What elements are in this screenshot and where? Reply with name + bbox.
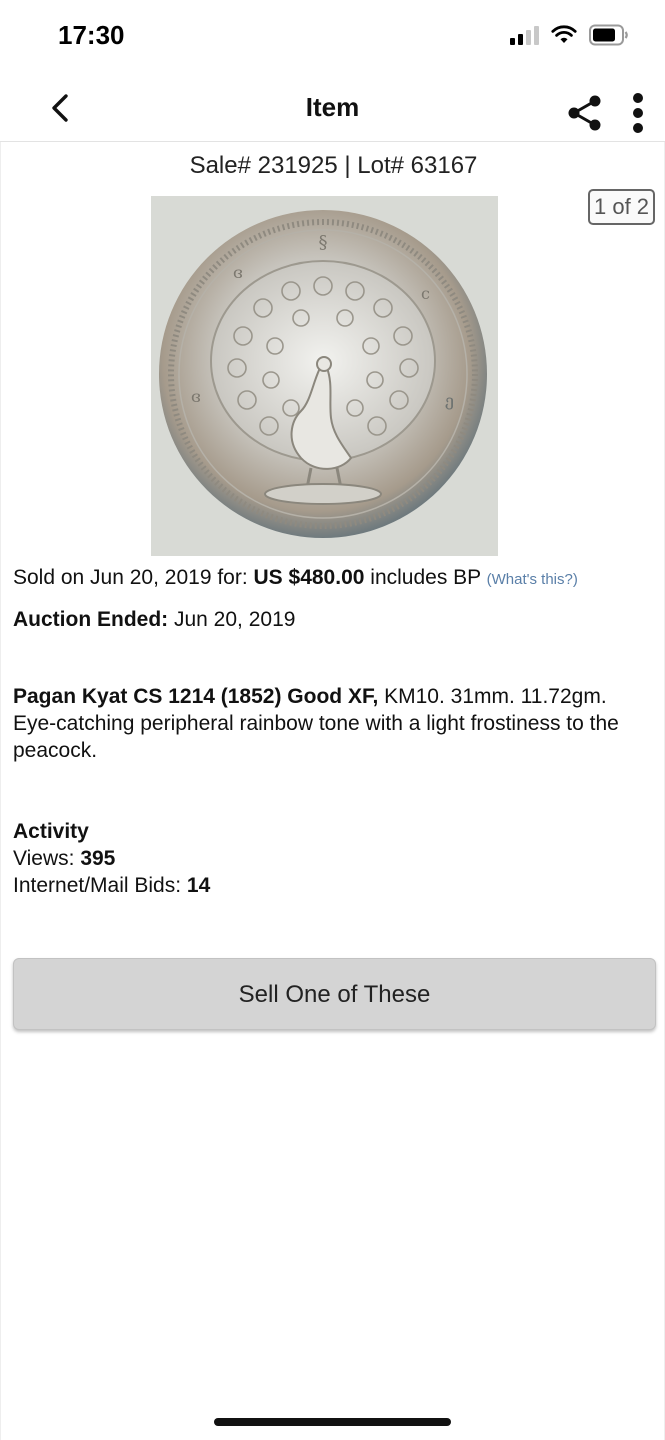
auction-ended-date: Jun 20, 2019: [168, 608, 296, 631]
sold-price: US $480.00: [253, 566, 365, 589]
whats-this-link[interactable]: (What's this?): [487, 571, 578, 588]
sold-info: Sold on Jun 20, 2019 for: US $480.00 inc…: [13, 566, 578, 590]
svg-text:ე: ე: [445, 391, 454, 410]
activity-section: Activity Views: 395 Internet/Mail Bids: …: [13, 818, 210, 899]
item-title: Pagan Kyat CS 1214 (1852) Good XF,: [13, 685, 379, 708]
bids-row: Internet/Mail Bids: 14: [13, 872, 210, 899]
item-description: Pagan Kyat CS 1214 (1852) Good XF, KM10.…: [13, 683, 643, 764]
nav-bar: Item: [0, 70, 665, 142]
auction-ended: Auction Ended: Jun 20, 2019: [13, 608, 295, 632]
sold-suffix: includes BP: [364, 566, 487, 589]
status-bar: 17:30: [0, 0, 665, 70]
svg-text:ɞ: ɞ: [233, 263, 243, 282]
share-icon[interactable]: [566, 94, 604, 132]
battery-icon: [589, 24, 628, 46]
home-indicator[interactable]: [214, 1418, 451, 1426]
sold-prefix: Sold on Jun 20, 2019 for:: [13, 566, 254, 589]
auction-ended-label: Auction Ended:: [13, 608, 169, 631]
views-label: Views:: [13, 847, 81, 870]
item-content: Sale# 231925 | Lot# 63167 § ɞ c ɞ ე 1 of…: [0, 142, 665, 1440]
svg-text:§: §: [319, 232, 328, 253]
more-vertical-icon[interactable]: [626, 92, 650, 134]
views-row: Views: 395: [13, 845, 210, 872]
sale-lot-number: Sale# 231925 | Lot# 63167: [189, 152, 478, 179]
views-count: 395: [80, 847, 116, 870]
bids-label: Internet/Mail Bids:: [13, 874, 187, 897]
wifi-icon: [551, 25, 577, 43]
svg-text:c: c: [421, 284, 430, 303]
activity-heading: Activity: [13, 820, 89, 843]
signal-icon: [510, 25, 539, 45]
svg-text:ɞ: ɞ: [191, 387, 201, 406]
sell-one-of-these-button[interactable]: Sell One of These: [13, 958, 656, 1030]
photo-counter[interactable]: 1 of 2: [588, 189, 656, 225]
bids-count: 14: [186, 874, 211, 897]
status-time: 17:30: [58, 20, 125, 50]
coin-photo[interactable]: § ɞ c ɞ ე: [151, 196, 498, 556]
status-icons: [510, 24, 629, 46]
